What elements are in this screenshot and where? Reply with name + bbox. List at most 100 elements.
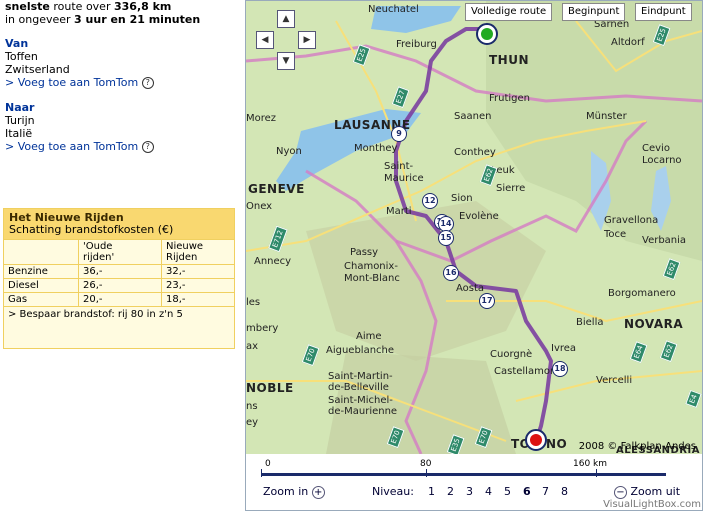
to-add-tomtom-link[interactable]: > Voeg toe aan TomTom ? xyxy=(5,140,154,153)
table-row: Diesel 26,- 23,- xyxy=(4,278,234,293)
route-marker[interactable]: 12 xyxy=(422,193,438,209)
map-background xyxy=(246,1,702,454)
zoom-level-5[interactable]: 5 xyxy=(504,485,523,498)
map-label: Toce xyxy=(604,229,627,240)
map-label: de-Maurienne xyxy=(328,406,398,417)
fuel-new-cost: 23,- xyxy=(161,278,234,293)
map-label: NOBLE xyxy=(246,381,294,395)
zoom-level-3[interactable]: 3 xyxy=(466,485,485,498)
route-summary: snelste route over 336,8 km in ongeveer … xyxy=(5,0,200,26)
map-label: Sierre xyxy=(496,183,526,194)
route-marker[interactable]: 16 xyxy=(443,265,459,281)
from-add-tomtom-link[interactable]: > Voeg toe aan TomTom ? xyxy=(5,76,154,89)
to-add-tomtom-label[interactable]: > Voeg toe aan TomTom xyxy=(5,140,138,153)
zoom-in-button[interactable]: Zoom in + xyxy=(263,485,325,499)
map-label: Passy xyxy=(350,247,379,258)
full-route-button[interactable]: Volledige route xyxy=(465,3,553,21)
zoom-level-4[interactable]: 4 xyxy=(485,485,504,498)
map-label: Biella xyxy=(576,317,604,328)
watermark: VisualLightBox.com xyxy=(603,499,701,510)
scale-tick-label: 0 xyxy=(265,459,271,469)
map-label: mbery xyxy=(246,323,279,334)
map-label: Saanen xyxy=(454,111,492,122)
route-text: route over xyxy=(49,0,114,13)
left-arrow-icon[interactable]: ◀ xyxy=(256,31,274,49)
col-new-driving: Nieuwe Rijden xyxy=(161,239,234,265)
fuel-type: Benzine xyxy=(4,264,79,279)
map-label: Cevio xyxy=(642,143,670,154)
to-city: Turijn xyxy=(5,114,35,127)
map-label: Münster xyxy=(586,111,627,122)
zoom-out-button[interactable]: − Zoom uit xyxy=(614,485,680,499)
map-label: Saint- xyxy=(384,161,414,172)
map-label: NOVARA xyxy=(624,317,684,331)
map-label: Altdorf xyxy=(611,37,645,48)
zoom-out-label[interactable]: Zoom uit xyxy=(631,485,681,498)
map-label: ns xyxy=(246,401,258,412)
scale-bar: 0 80 160 km xyxy=(261,459,666,479)
zoom-level-1[interactable]: 1 xyxy=(428,485,447,498)
map-label: THUN xyxy=(489,53,530,67)
plus-icon[interactable]: + xyxy=(311,485,325,499)
help-icon[interactable]: ? xyxy=(141,77,154,89)
end-pin-icon[interactable] xyxy=(525,429,547,451)
map-label: les xyxy=(246,297,261,308)
zoom-level-6[interactable]: 6 xyxy=(523,485,542,498)
table-row: Benzine 36,- 32,- xyxy=(4,264,234,279)
map-label: Maurice xyxy=(384,173,424,184)
zoom-level-2[interactable]: 2 xyxy=(447,485,466,498)
map-label: Gravellona xyxy=(604,215,659,226)
fuel-old-cost: 36,- xyxy=(78,264,162,279)
to-heading: Naar xyxy=(5,101,35,114)
route-type: snelste xyxy=(5,0,50,13)
map-label: Sion xyxy=(451,193,473,204)
route-marker[interactable]: 15 xyxy=(438,230,454,246)
col-old-driving: 'Oude rijden' xyxy=(78,239,162,265)
route-marker[interactable]: 17 xyxy=(479,293,495,309)
help-icon[interactable]: ? xyxy=(141,141,154,153)
start-pin-icon[interactable] xyxy=(476,23,498,45)
route-marker[interactable]: 18 xyxy=(552,361,568,377)
map-label: Annecy xyxy=(254,256,292,267)
route-map[interactable]: Neuchatel Freiburg THUN Frutigen Saanen … xyxy=(246,1,702,454)
map-label: NO xyxy=(546,437,568,451)
zoom-level-7[interactable]: 7 xyxy=(542,485,561,498)
zoom-level-8[interactable]: 8 xyxy=(561,485,580,498)
table-row: Gas 20,- 18,- xyxy=(4,292,234,306)
route-distance: 336,8 km xyxy=(113,0,172,13)
map-label: Borgomanero xyxy=(608,288,676,299)
route-time-prefix: in ongeveer xyxy=(5,13,75,26)
start-point-button[interactable]: Beginpunt xyxy=(562,3,626,21)
map-label: Frutigen xyxy=(489,93,531,104)
right-arrow-icon[interactable]: ▶ xyxy=(298,31,316,49)
to-country: Italië xyxy=(5,127,33,140)
map-label: Aime xyxy=(356,331,382,342)
zoom-in-label[interactable]: Zoom in xyxy=(263,485,308,498)
map-label: ax xyxy=(246,341,259,352)
fuel-old-cost: 26,- xyxy=(78,278,162,293)
save-fuel-link[interactable]: > Bespaar brandstof: rij 80 in z'n 5 xyxy=(4,306,234,322)
map-label: Marti xyxy=(386,206,412,217)
map-label: Freiburg xyxy=(396,39,437,50)
from-add-tomtom-label[interactable]: > Voeg toe aan TomTom xyxy=(5,76,138,89)
end-point-button[interactable]: Eindpunt xyxy=(635,3,692,21)
route-marker[interactable]: 9 xyxy=(391,126,407,142)
map-label: Aosta xyxy=(456,283,485,294)
up-arrow-icon[interactable]: ▲ xyxy=(277,10,295,28)
minus-icon[interactable]: − xyxy=(614,485,627,499)
scale-tick-label: 80 xyxy=(420,459,432,469)
map-label: Saint-Michel- xyxy=(328,395,393,406)
map-label: ey xyxy=(246,417,259,428)
fuel-type: Diesel xyxy=(4,278,79,293)
map-label: Monthey xyxy=(354,143,398,154)
down-arrow-icon[interactable]: ▼ xyxy=(277,52,295,70)
map-label: Saint-Martin- xyxy=(328,371,393,382)
from-heading: Van xyxy=(5,37,29,50)
fuel-new-cost: 18,- xyxy=(161,292,234,306)
table-header-row: 'Oude rijden' Nieuwe Rijden xyxy=(4,239,234,265)
from-city: Toffen xyxy=(5,50,38,63)
fuel-cost-subtitle: Schatting brandstofkosten (€) xyxy=(9,223,174,236)
fuel-new-cost: 32,- xyxy=(161,264,234,279)
route-duration: 3 uur en 21 minuten xyxy=(74,13,201,26)
map-label: de-Belleville xyxy=(328,382,389,393)
